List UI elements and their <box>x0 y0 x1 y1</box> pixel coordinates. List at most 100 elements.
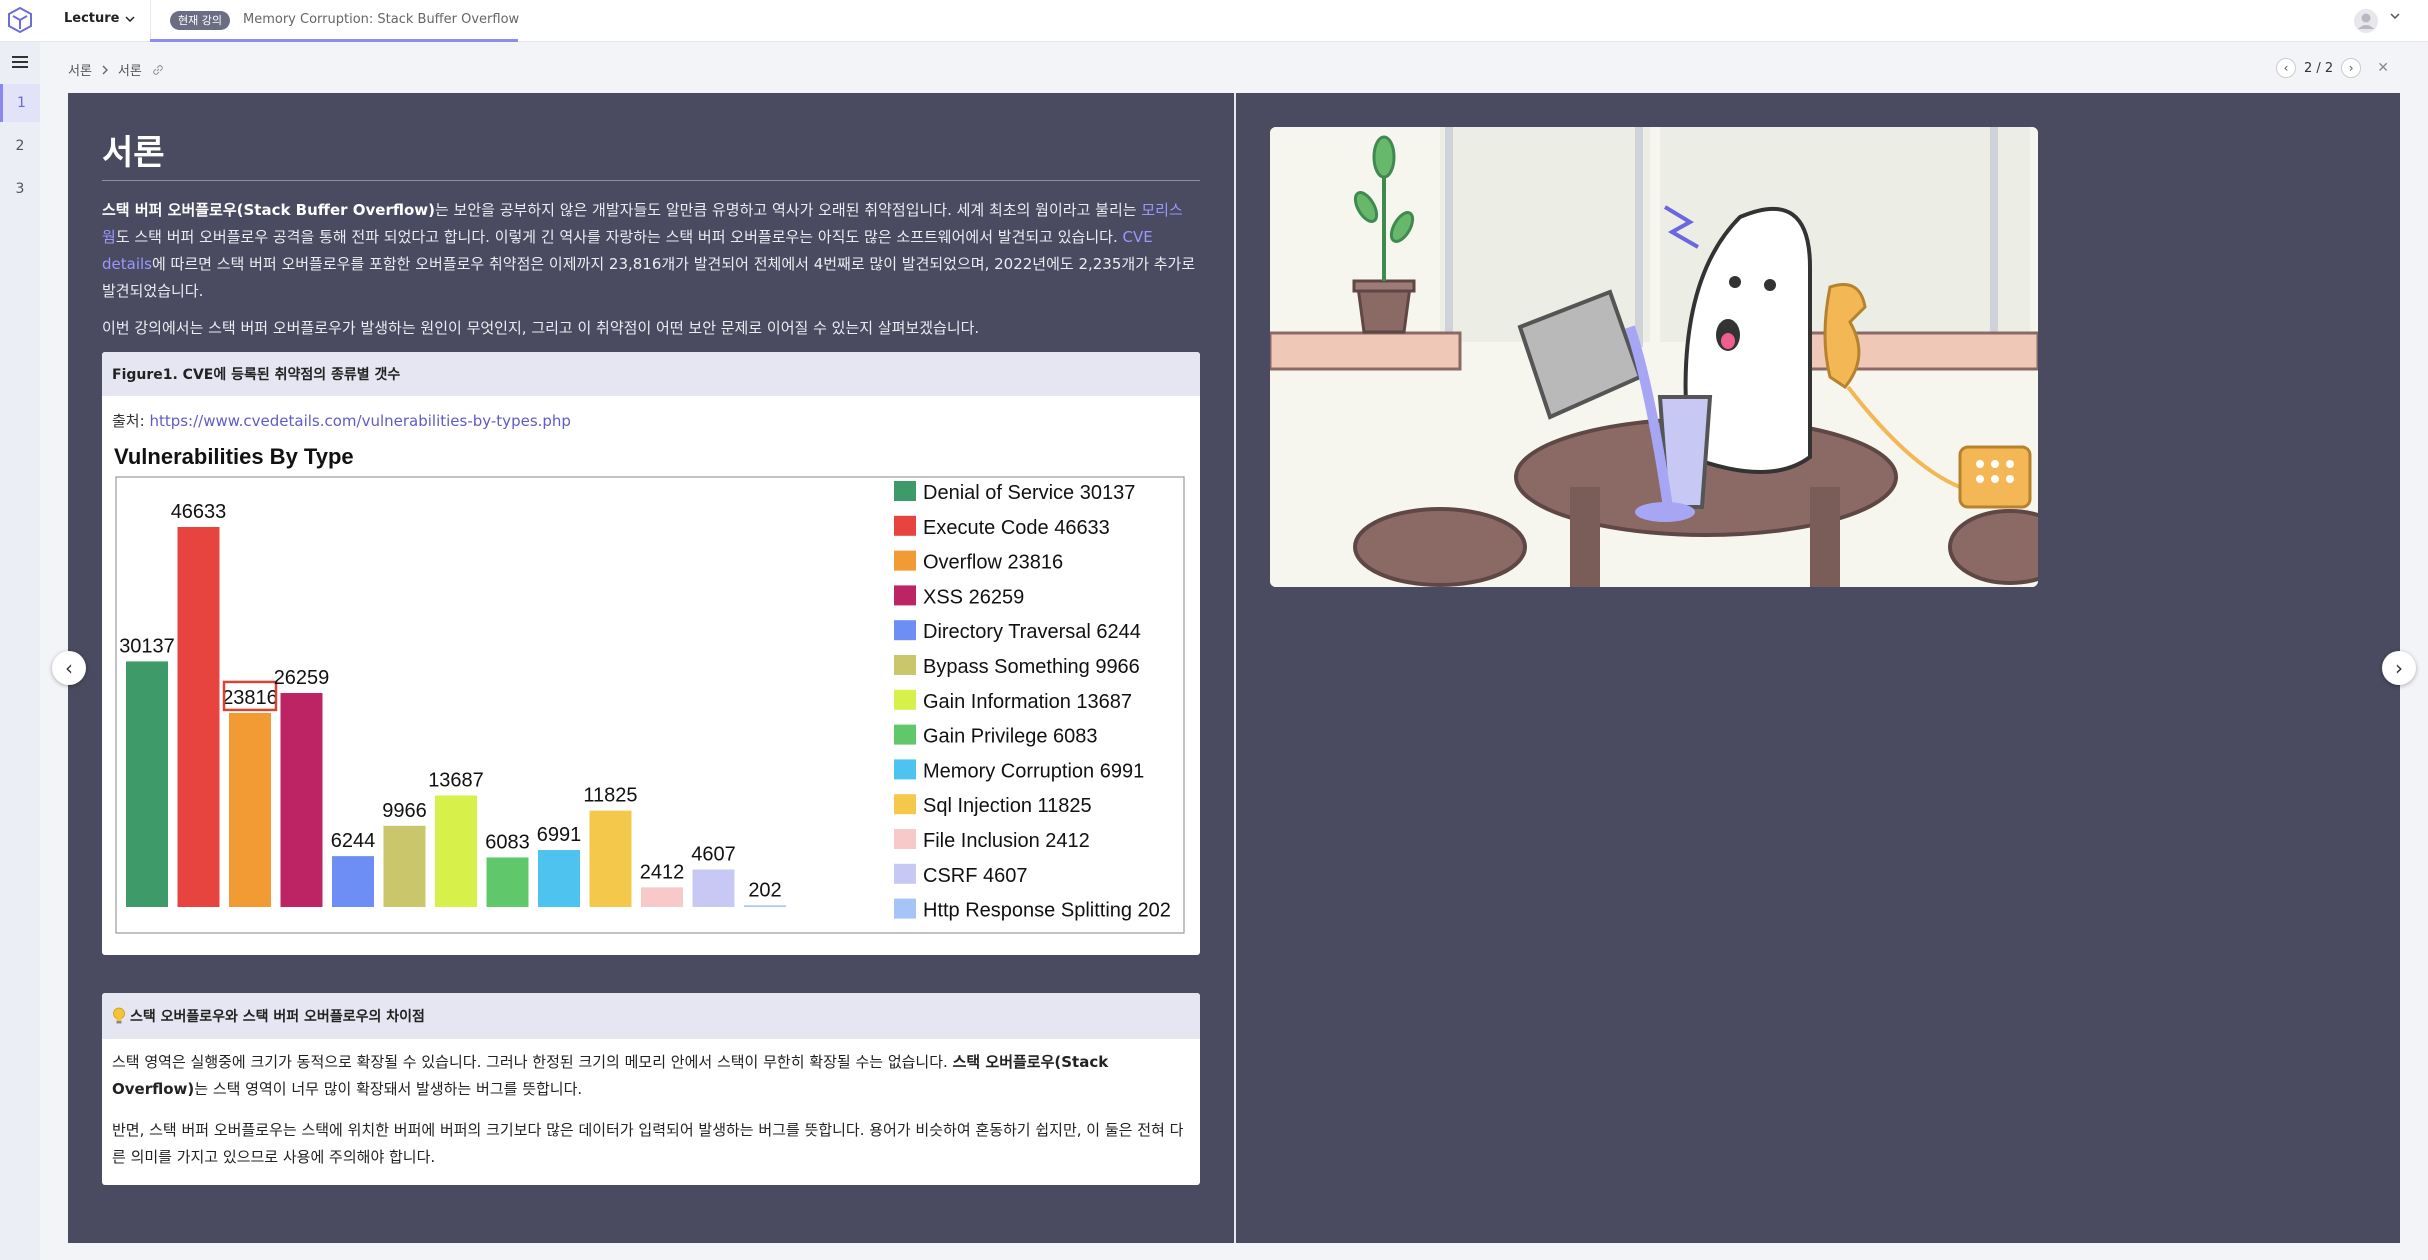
chart-data-label-11: 2412 <box>640 861 685 883</box>
legend-swatch-9 <box>894 759 916 780</box>
chart-data-label-10: 11825 <box>583 785 637 807</box>
chart-data-label-9: 6991 <box>537 824 582 846</box>
legend-swatch-11 <box>894 829 916 849</box>
chart-bar-10 <box>589 810 632 907</box>
chart-data-label-12: 4607 <box>691 843 736 865</box>
legend-swatch-1 <box>894 481 916 501</box>
breadcrumb-current: 서론 <box>117 64 142 79</box>
figure-source-link[interactable]: https://www.cvedetails.com/vulnerabiliti… <box>149 412 571 430</box>
page-indicator: 2 / 2 <box>2304 60 2334 76</box>
page-title: 서론 <box>102 125 1200 181</box>
logo-icon[interactable] <box>8 7 32 33</box>
legend-label-13: Http Response Splitting 202 <box>923 900 1171 922</box>
page-rail: 1 2 3 <box>0 42 40 1260</box>
legend-label-8: Gain Privilege 6083 <box>923 726 1098 748</box>
note-header: 스택 오버플로우와 스택 버퍼 오버플로우의 차이점 <box>102 993 1200 1039</box>
legend-swatch-2 <box>894 515 916 536</box>
next-slide-button[interactable]: › <box>2382 651 2416 685</box>
menu-icon[interactable] <box>12 56 28 68</box>
chart-bar-7 <box>435 795 477 907</box>
chart-bar-12 <box>692 869 735 907</box>
chart-bar-8 <box>486 857 529 907</box>
legend-swatch-3 <box>894 550 916 571</box>
legend-label-2: Execute Code 46633 <box>923 517 1110 539</box>
legend-swatch-10 <box>894 794 916 815</box>
note-paragraph-1: 스택 영역은 실행중에 크기가 동적으로 확장될 수 있습니다. 그러나 한정된… <box>112 1049 1190 1103</box>
chart-data-label-6: 9966 <box>382 800 427 822</box>
chart-bar-5 <box>332 856 374 907</box>
chart-bar-4 <box>280 693 323 907</box>
link-icon[interactable] <box>152 64 164 76</box>
chart-bar-3 <box>229 712 271 907</box>
chart-bar-9 <box>538 850 580 907</box>
chevron-right-icon <box>102 65 108 74</box>
breadcrumb-parent[interactable]: 서론 <box>68 60 92 79</box>
chart-bar-11 <box>641 887 683 907</box>
chevron-down-icon[interactable] <box>2390 13 2400 19</box>
legend-swatch-12 <box>894 863 916 884</box>
chart-data-label-1: 30137 <box>119 635 175 657</box>
chart-data-label-5: 6244 <box>331 830 376 852</box>
page-pager: ‹ 2 / 2 › ✕ <box>2276 58 2389 78</box>
rail-item-1[interactable]: 1 <box>0 84 40 122</box>
chart-bar-13 <box>744 905 786 907</box>
rail-item-2[interactable]: 2 <box>0 127 40 165</box>
legend-label-12: CSRF 4607 <box>923 865 1028 887</box>
legend-label-7: Gain Information 13687 <box>923 691 1132 713</box>
legend-swatch-8 <box>894 724 916 745</box>
figure-source: 출처: https://www.cvedetails.com/vulnerabi… <box>102 396 1200 437</box>
legend-label-5: Directory Traversal 6244 <box>923 621 1141 643</box>
current-lecture-title[interactable]: Memory Corruption: Stack Buffer Overflow <box>243 12 519 27</box>
prev-slide-button[interactable]: ‹ <box>52 651 86 685</box>
note-title: 스택 오버플로우와 스택 버퍼 오버플로우의 차이점 <box>130 1009 425 1025</box>
chevron-down-icon <box>124 15 135 22</box>
avatar-icon[interactable] <box>2353 8 2379 34</box>
legend-label-4: XSS 26259 <box>923 586 1024 608</box>
chart-data-label-4: 26259 <box>274 667 330 689</box>
topbar-divider <box>150 0 151 42</box>
next-page-button[interactable]: › <box>2341 58 2362 78</box>
chart-data-label-7: 13687 <box>428 769 484 791</box>
legend-swatch-13 <box>894 898 916 919</box>
legend-label-3: Overflow 23816 <box>923 552 1063 574</box>
slide-panel: 서론 스택 버퍼 오버플로우(Stack Buffer Overflow)는 보… <box>68 93 2400 1243</box>
legend-label-11: File Inclusion 2412 <box>923 830 1090 852</box>
legend-swatch-7 <box>894 689 916 710</box>
lesson-goal-paragraph: 이번 강의에서는 스택 버퍼 오버플로우가 발생하는 원인이 무엇인지, 그리고… <box>102 319 980 337</box>
legend-swatch-5 <box>894 620 916 641</box>
note-paragraph-2: 반면, 스택 버퍼 오버플로우는 스택에 위치한 버퍼에 버퍼의 크기보다 많은… <box>112 1121 1184 1166</box>
chart-data-label-3: 23816 <box>222 687 278 709</box>
chart-container: Vulnerabilities By Type 30137 46633 23816 2… <box>102 437 1200 955</box>
lightbulb-icon <box>113 1007 125 1024</box>
ghost-illustration <box>1270 127 2038 587</box>
figure-source-label: 출처: <box>112 412 150 430</box>
note-p1-text: 스택 영역은 실행중에 크기가 동적으로 확장될 수 있습니다. 그러나 한정된… <box>112 1053 953 1071</box>
current-lecture-badge: 현재 강의 <box>170 11 230 30</box>
close-icon[interactable]: ✕ <box>2377 60 2389 76</box>
intro-paragraph: 스택 버퍼 오버플로우(Stack Buffer Overflow)는 보안을 … <box>102 197 1200 305</box>
intro-text-a: 는 보안을 공부하지 않은 개발자들도 알만큼 유명하고 역사가 오래된 취약점… <box>434 201 1142 219</box>
legend-swatch-4 <box>894 585 916 606</box>
chart-data-label-13: 202 <box>748 879 781 901</box>
vulnerabilities-chart: Vulnerabilities By Type 3013746633238162… <box>114 444 1185 934</box>
panel-splitter[interactable] <box>1234 93 1236 1243</box>
lecture-label: Lecture <box>64 11 120 26</box>
prev-page-button[interactable]: ‹ <box>2276 58 2296 78</box>
top-bar: Lecture 현재 강의 Memory Corruption: Stack B… <box>0 0 2428 42</box>
term-stack-buffer-overflow: 스택 버퍼 오버플로우(Stack Buffer Overflow) <box>102 201 435 219</box>
note-box: 스택 오버플로우와 스택 버퍼 오버플로우의 차이점 스택 영역은 실행중에 크… <box>102 993 1200 1185</box>
chart-title: Vulnerabilities By Type <box>114 444 354 469</box>
chart-data-label-8: 6083 <box>485 831 530 853</box>
slide-content: 서론 스택 버퍼 오버플로우(Stack Buffer Overflow)는 보… <box>102 125 1200 1185</box>
lecture-dropdown[interactable]: Lecture <box>64 11 135 26</box>
rail-item-3[interactable]: 3 <box>0 170 40 208</box>
note-p1-tail: 는 스택 영역이 너무 많이 확장돼서 발생하는 버그를 뜻합니다. <box>194 1080 583 1098</box>
legend-label-1: Denial of Service 30137 <box>923 482 1135 504</box>
chart-bar-1 <box>126 661 168 907</box>
legend-label-9: Memory Corruption 6991 <box>923 760 1144 782</box>
chart-bar-2 <box>177 527 220 907</box>
figure-box: Figure1. CVE에 등록된 취약점의 종류별 갯수 출처: https:… <box>102 352 1200 955</box>
lecture-progress-bar <box>150 39 518 42</box>
breadcrumb: 서론 서론 <box>68 60 164 79</box>
intro-text-b: 도 스택 버퍼 오버플로우 공격을 통해 전파 되었다고 합니다. 이렇게 긴 … <box>115 228 1123 246</box>
